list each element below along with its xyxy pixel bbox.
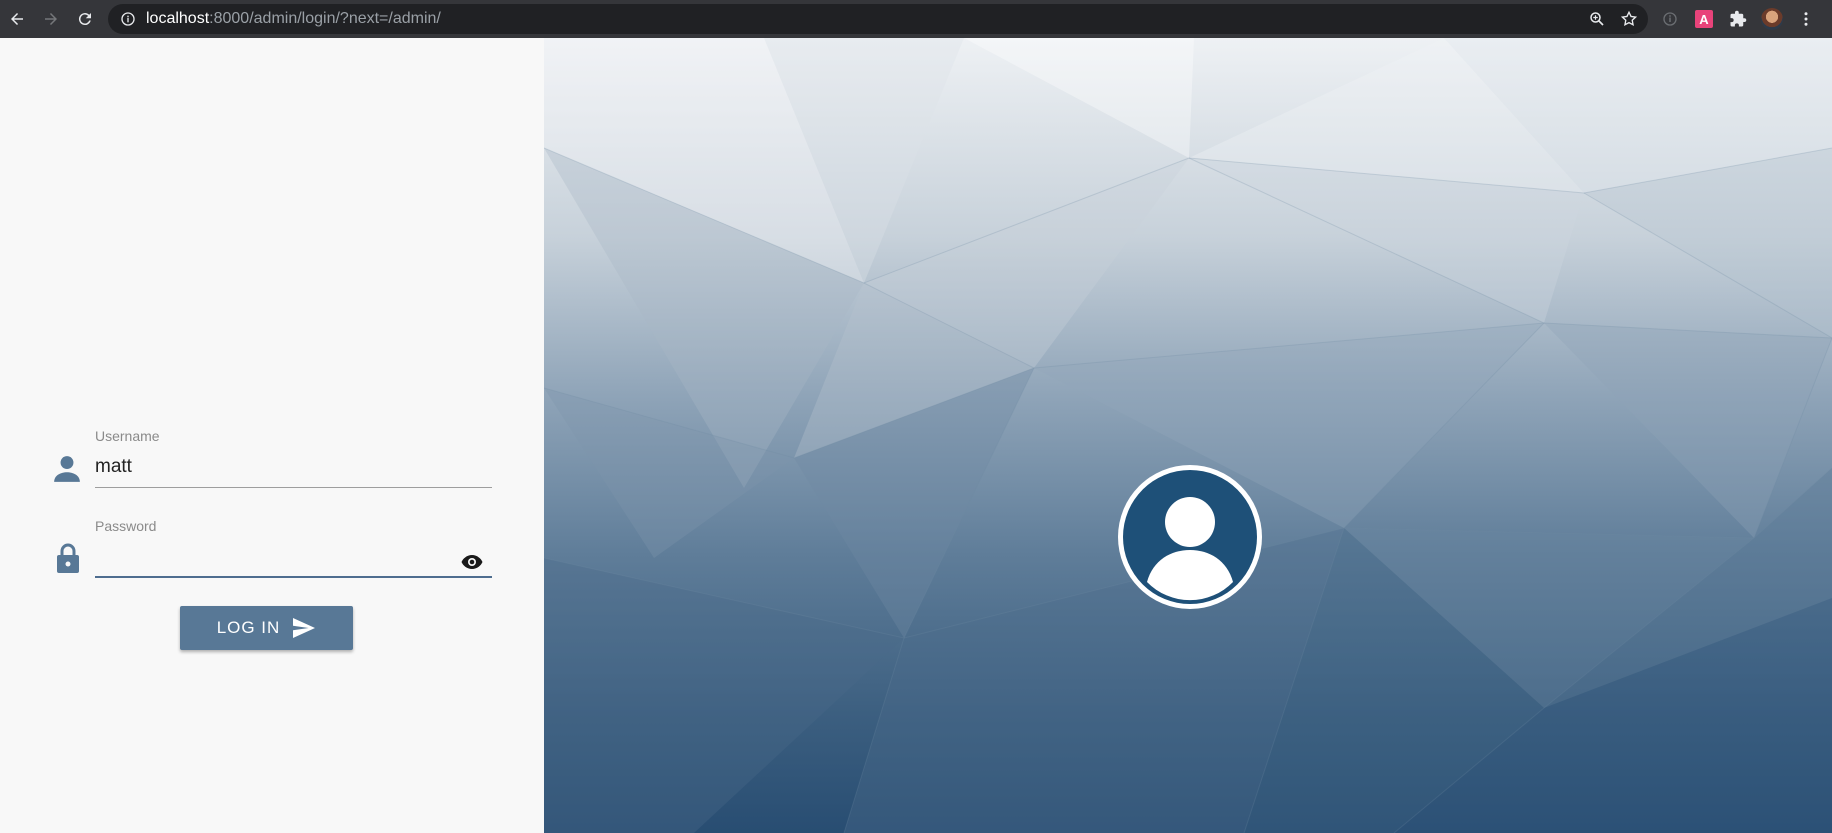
eye-icon[interactable] xyxy=(460,550,484,574)
avatar-badge xyxy=(1118,465,1262,609)
avatar-circle xyxy=(1123,470,1257,604)
lock-icon xyxy=(57,543,79,573)
low-poly-background xyxy=(544,38,1832,833)
username-underline xyxy=(95,486,492,488)
forward-arrow-icon xyxy=(45,13,57,25)
reload-icon xyxy=(78,13,91,26)
browser-toolbar: localhost:8000/admin/login/?next=/admin/… xyxy=(0,0,1832,38)
zoom-icon[interactable] xyxy=(1588,10,1606,28)
url-host: localhost xyxy=(146,10,210,27)
extension-info-button[interactable] xyxy=(1658,7,1682,31)
password-input[interactable] xyxy=(95,546,492,570)
forward-button[interactable] xyxy=(34,0,68,38)
bookmark-star-icon[interactable] xyxy=(1620,10,1638,28)
login-panel: Username matt Password LOG IN xyxy=(0,38,544,833)
login-button-label: LOG IN xyxy=(216,618,281,637)
password-field[interactable]: Password xyxy=(95,518,492,578)
password-label: Password xyxy=(95,518,157,534)
extension-a-icon: A xyxy=(1695,10,1713,28)
extensions-button[interactable] xyxy=(1726,7,1750,31)
kebab-menu-icon xyxy=(1804,12,1808,26)
login-button[interactable]: LOG IN xyxy=(180,606,353,650)
username-label: Username xyxy=(95,428,160,444)
username-input[interactable]: matt xyxy=(95,456,492,480)
send-icon xyxy=(293,618,316,638)
profile-button[interactable] xyxy=(1760,7,1784,31)
back-button[interactable] xyxy=(0,0,34,38)
profile-avatar xyxy=(1761,8,1783,30)
browser-menu-button[interactable] xyxy=(1794,7,1818,31)
extension-a-button[interactable]: A xyxy=(1692,7,1716,31)
puzzle-icon xyxy=(1730,10,1747,27)
user-avatar-icon xyxy=(1147,497,1233,601)
reload-button[interactable] xyxy=(68,0,102,38)
url-path: :8000/admin/login/?next=/admin/ xyxy=(209,10,441,27)
site-info-icon[interactable] xyxy=(120,11,136,27)
hero-background xyxy=(544,38,1832,833)
password-underline xyxy=(95,576,492,578)
back-arrow-icon xyxy=(11,13,23,25)
username-field[interactable]: Username matt xyxy=(95,428,492,488)
address-bar[interactable]: localhost:8000/admin/login/?next=/admin/ xyxy=(108,4,1648,34)
info-circle-icon xyxy=(1663,12,1677,26)
person-icon xyxy=(54,456,80,482)
